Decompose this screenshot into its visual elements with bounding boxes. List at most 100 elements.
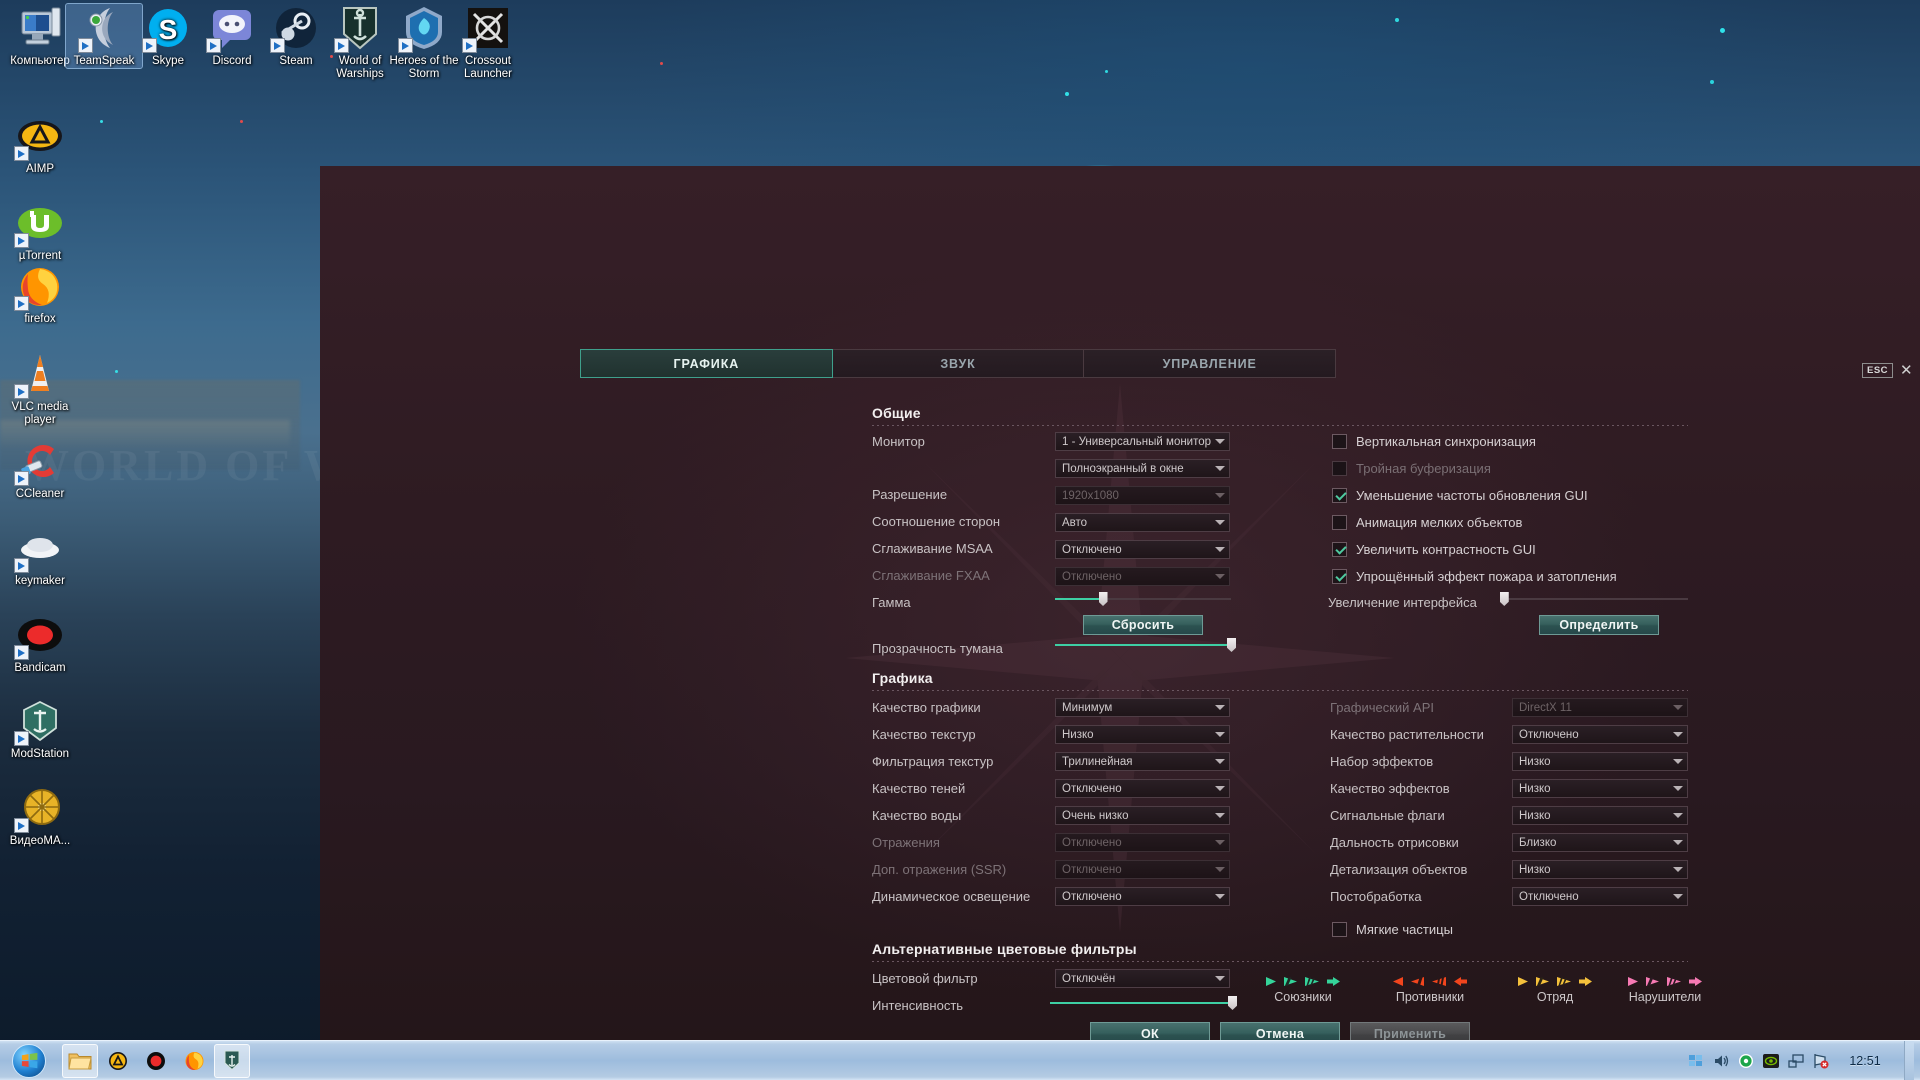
heroes-of-the-storm-icon: [398, 4, 448, 53]
dropdown-value: Низко: [1519, 755, 1551, 768]
tab-graphics[interactable]: ГРАФИКА: [580, 349, 833, 378]
slider-knob[interactable]: [1499, 592, 1509, 606]
checkbox-row-gui-contrast[interactable]: Увеличить контрастность GUI: [1332, 542, 1536, 557]
shortcut-overlay-icon: [14, 818, 29, 833]
taskbar-item-firefox[interactable]: [176, 1044, 212, 1078]
dropdown-value: Отключено: [1062, 782, 1122, 795]
dropdown-draw-distance[interactable]: Близко: [1512, 833, 1688, 852]
taskbar-item-bandicam[interactable]: [138, 1044, 174, 1078]
checkbox-row-triple-buffering[interactable]: Тройная буферизация: [1332, 461, 1491, 476]
slider-fog-transparency[interactable]: [1055, 638, 1236, 652]
dropdown-dynamic-lighting[interactable]: Отключено: [1055, 887, 1230, 906]
taskbar-item-explorer[interactable]: [62, 1043, 98, 1078]
checkbox-row-vsync[interactable]: Вертикальная синхронизация: [1332, 434, 1536, 449]
world-of-warships-icon: [224, 1050, 240, 1071]
nvidia-icon[interactable]: [1738, 1053, 1754, 1069]
taskbar: 12:51: [0, 1040, 1920, 1080]
dropdown-resolution[interactable]: 1920x1080: [1055, 486, 1230, 505]
desktop-icon-vlc-media-player[interactable]: VLC media player: [2, 350, 78, 426]
chevron-down-icon: [1215, 786, 1225, 791]
dropdown-effects-quality[interactable]: Низко: [1512, 779, 1688, 798]
dropdown-fxaa[interactable]: Отключено: [1055, 567, 1230, 586]
dropdown-monitor[interactable]: 1 - Универсальный монитор: [1055, 432, 1230, 451]
button-label: Сбросить: [1111, 618, 1175, 632]
shortcut-overlay-icon: [14, 645, 29, 660]
desktop-icon-utorrent[interactable]: µTorrent: [2, 199, 78, 263]
taskbar-item-world-of-warships[interactable]: [214, 1043, 250, 1078]
close-icon[interactable]: ✕: [1900, 363, 1913, 378]
action-center-icon[interactable]: [1688, 1053, 1704, 1069]
desktop-icon-firefox[interactable]: firefox: [2, 262, 78, 326]
button-label: ОК: [1141, 1027, 1159, 1041]
taskbar-item-aimp[interactable]: [100, 1044, 136, 1078]
checkbox-vsync[interactable]: [1332, 434, 1347, 449]
checkbox-triple-buffering[interactable]: [1332, 461, 1347, 476]
desktop-icon-label: ВидеоМА...: [9, 835, 71, 847]
keymaker-icon: [14, 524, 64, 573]
dropdown-signal-flags[interactable]: Низко: [1512, 806, 1688, 825]
slider-knob[interactable]: [1098, 592, 1108, 606]
clock[interactable]: 12:51: [1838, 1054, 1892, 1068]
desktop-icon-label: µTorrent: [18, 250, 62, 262]
chevron-down-icon: [1673, 840, 1683, 845]
checkbox-small-object-animation[interactable]: [1332, 515, 1347, 530]
network-icon[interactable]: [1788, 1053, 1804, 1069]
dropdown-texture-quality[interactable]: Низко: [1055, 725, 1230, 744]
dropdown-effects-set[interactable]: Низко: [1512, 752, 1688, 771]
reset-button[interactable]: Сбросить: [1083, 615, 1203, 635]
dropdown-graphics-quality[interactable]: Минимум: [1055, 698, 1230, 717]
checkbox-row-small-object-animation[interactable]: Анимация мелких объектов: [1332, 515, 1522, 530]
desktop-icon-bandicam[interactable]: Bandicam: [2, 611, 78, 675]
desktop-icon-crossout-launcher[interactable]: Crossout Launcher: [450, 4, 526, 80]
slider-intensity[interactable]: [1050, 996, 1237, 1010]
shortcut-overlay-icon: [14, 471, 29, 486]
desktop-icon-ccleaner[interactable]: CCleaner: [2, 437, 78, 501]
nvidia-geforce-icon[interactable]: [1763, 1053, 1779, 1069]
detect-button[interactable]: Определить: [1539, 615, 1659, 635]
chevron-down-icon: [1215, 813, 1225, 818]
steam-icon: [270, 4, 320, 53]
dropdown-vegetation-quality[interactable]: Отключено: [1512, 725, 1688, 744]
esc-badge[interactable]: ESC: [1862, 363, 1894, 378]
desktop-icon-videomaster[interactable]: ВидеоМА...: [2, 784, 78, 848]
checkbox-soft-particles[interactable]: [1332, 922, 1347, 937]
slider-gamma[interactable]: [1055, 592, 1231, 606]
desktop-icon-aimp[interactable]: AIMP: [2, 112, 78, 176]
dropdown-reflections[interactable]: Отключено: [1055, 833, 1230, 852]
dropdown-postprocessing[interactable]: Отключено: [1512, 887, 1688, 906]
volume-icon[interactable]: [1713, 1053, 1729, 1069]
desktop-icon-label: CCleaner: [15, 488, 65, 500]
desktop-icon-modstation[interactable]: ModStation: [2, 697, 78, 761]
dropdown-window-mode[interactable]: Полноэкранный в окне: [1055, 459, 1230, 478]
dropdown-graphics-api[interactable]: DirectX 11: [1512, 698, 1688, 717]
dropdown-msaa[interactable]: Отключено: [1055, 540, 1230, 559]
dropdown-color-filter[interactable]: Отключён: [1055, 969, 1230, 988]
checkbox-gui-refresh-rate[interactable]: [1332, 488, 1347, 503]
checkbox-row-gui-refresh-rate[interactable]: Уменьшение частоты обновления GUI: [1332, 488, 1588, 503]
dropdown-water-quality[interactable]: Очень низко: [1055, 806, 1230, 825]
network-warning-icon[interactable]: [1813, 1053, 1829, 1069]
checkbox-gui-contrast[interactable]: [1332, 542, 1347, 557]
checkbox-simplified-fire-flood[interactable]: [1332, 569, 1347, 584]
tab-controls[interactable]: УПРАВЛЕНИЕ: [1084, 349, 1337, 378]
tab-sound[interactable]: ЗВУК: [832, 349, 1085, 378]
dropdown-shadow-quality[interactable]: Отключено: [1055, 779, 1230, 798]
chevron-down-icon: [1215, 466, 1225, 471]
shortcut-overlay-icon: [14, 384, 29, 399]
checkbox-row-simplified-fire-flood[interactable]: Упрощённый эффект пожара и затопления: [1332, 569, 1617, 584]
slider-interface-scale[interactable]: [1499, 592, 1688, 606]
windows-logo-icon: [12, 1043, 46, 1078]
dropdown-texture-filtering[interactable]: Трилинейная: [1055, 752, 1230, 771]
dropdown-value: Отключено: [1062, 863, 1122, 876]
dropdown-aspect-ratio[interactable]: Авто: [1055, 513, 1230, 532]
checkbox-row-soft-particles[interactable]: Мягкие частицы: [1332, 922, 1453, 937]
desktop-icon-label: keymaker: [15, 575, 65, 587]
dropdown-ssr[interactable]: Отключено: [1055, 860, 1230, 879]
chevron-down-icon: [1215, 705, 1225, 710]
discord-icon: [206, 4, 256, 53]
desktop-icon-keymaker[interactable]: keymaker: [2, 524, 78, 588]
firefox-icon: [185, 1052, 203, 1071]
start-button[interactable]: [2, 1043, 56, 1079]
show-desktop-button[interactable]: [1904, 1040, 1914, 1080]
dropdown-object-detail[interactable]: Низко: [1512, 860, 1688, 879]
